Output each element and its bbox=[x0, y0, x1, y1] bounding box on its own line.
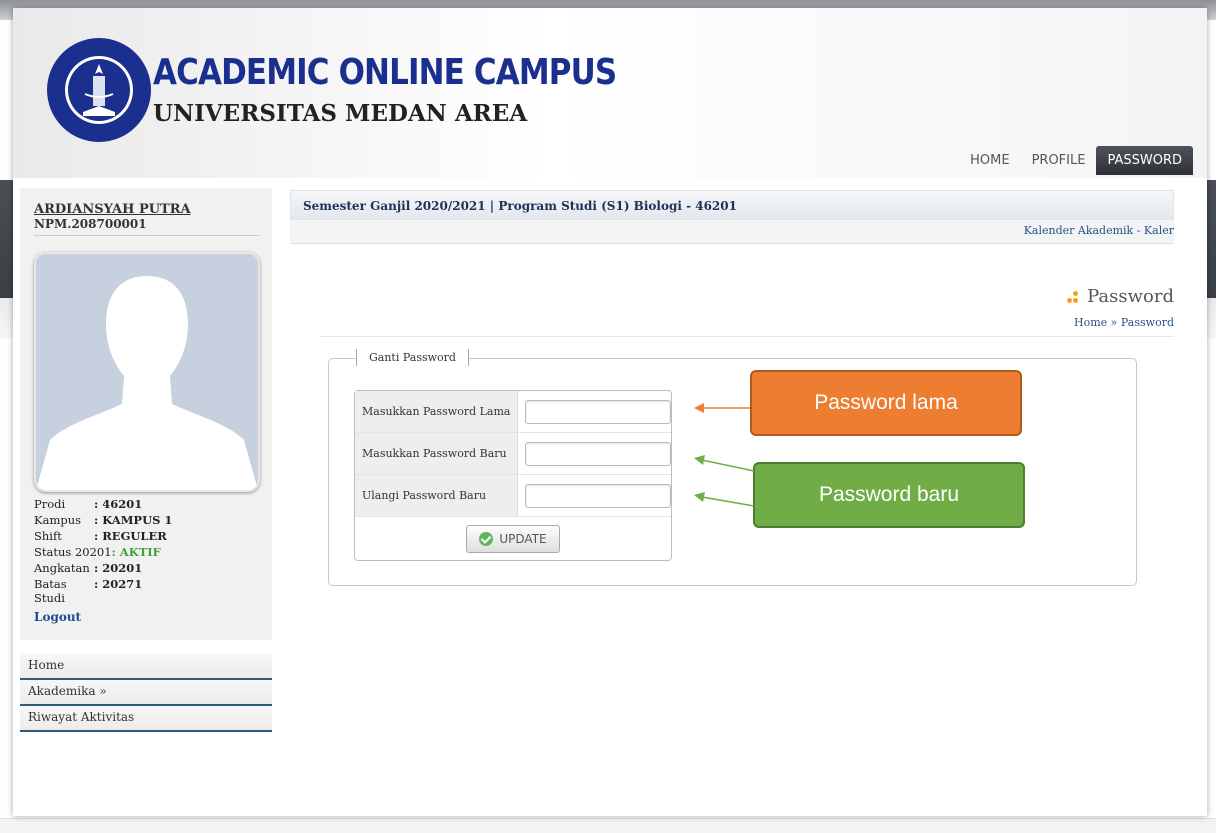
button-row: UPDATE bbox=[355, 517, 671, 561]
info-key: Prodi bbox=[34, 497, 66, 511]
info-row-status: Status 20201: AKTIF bbox=[34, 544, 172, 560]
sidebar: ARDIANSYAH PUTRA NPM.208700001 Prodi : 4… bbox=[20, 188, 272, 732]
form-row-confirm-password: Ulangi Password Baru bbox=[355, 475, 671, 517]
info-key: Batas Studi bbox=[34, 577, 67, 605]
info-key: Shift bbox=[34, 529, 62, 543]
check-icon bbox=[479, 532, 494, 546]
top-navigation: HOME PROFILE PASSWORD bbox=[959, 146, 1193, 175]
nav-profile[interactable]: PROFILE bbox=[1021, 146, 1097, 175]
info-row-shift: Shift : REGULER bbox=[34, 528, 172, 544]
main-content: Semester Ganjil 2020/2021 | Program Stud… bbox=[290, 190, 1174, 586]
page-title-text: Password bbox=[1087, 286, 1174, 307]
side-menu-home[interactable]: Home bbox=[20, 654, 272, 680]
form-cell bbox=[518, 475, 671, 516]
form-row-new-password: Masukkan Password Baru bbox=[355, 433, 671, 475]
info-value: : 20201 bbox=[94, 561, 143, 575]
old-password-label: Masukkan Password Lama bbox=[355, 391, 518, 432]
breadcrumb[interactable]: Home » Password bbox=[1074, 316, 1174, 329]
callout-old-password: Password lama bbox=[750, 370, 1022, 436]
avatar bbox=[34, 252, 260, 492]
brand-subtitle: UNIVERSITAS MEDAN AREA bbox=[153, 100, 528, 127]
info-value: : KAMPUS 1 bbox=[94, 513, 173, 527]
confirm-password-label: Ulangi Password Baru bbox=[355, 475, 518, 516]
nav-home[interactable]: HOME bbox=[959, 146, 1020, 175]
change-password-form: Masukkan Password Lama Masukkan Password… bbox=[354, 390, 672, 561]
info-value: : 20271 bbox=[94, 577, 143, 591]
form-row-old-password: Masukkan Password Lama bbox=[355, 391, 671, 433]
logout-link[interactable]: Logout bbox=[34, 610, 260, 624]
info-key: Kampus bbox=[34, 513, 82, 527]
side-menu: Home Akademika » Riwayat Aktivitas bbox=[20, 654, 272, 732]
form-cell bbox=[518, 391, 671, 432]
confirm-password-input[interactable] bbox=[525, 483, 671, 508]
form-cell bbox=[518, 433, 671, 474]
update-button[interactable]: UPDATE bbox=[466, 525, 560, 553]
nav-password[interactable]: PASSWORD bbox=[1096, 146, 1193, 175]
user-panel: ARDIANSYAH PUTRA NPM.208700001 Prodi : 4… bbox=[20, 188, 272, 640]
user-npm: NPM.208700001 bbox=[34, 217, 260, 236]
university-logo-icon bbox=[47, 38, 151, 142]
info-row-angkatan: Angkatan : 20201 bbox=[34, 560, 172, 576]
brand-title: ACADEMIC ONLINE CAMPUS bbox=[153, 52, 617, 93]
new-password-label: Masukkan Password Baru bbox=[355, 433, 518, 474]
info-row-prodi: Prodi : 46201 bbox=[34, 496, 172, 512]
status-line: Status 20201: AKTIF bbox=[34, 544, 172, 560]
page-title-icon bbox=[1067, 290, 1083, 304]
user-silhouette-icon bbox=[36, 276, 258, 490]
info-row-kampus: Kampus : KAMPUS 1 bbox=[34, 512, 172, 528]
announcement-link[interactable]: Kalender Akademik - Kaler bbox=[1024, 224, 1174, 237]
info-key: Angkatan bbox=[34, 561, 90, 575]
user-name: ARDIANSYAH PUTRA bbox=[34, 202, 191, 217]
bottom-band bbox=[0, 818, 1216, 833]
info-key: Status 20201 bbox=[34, 545, 112, 559]
semester-info: Semester Ganjil 2020/2021 | Program Stud… bbox=[290, 190, 1174, 220]
old-password-input[interactable] bbox=[525, 399, 671, 424]
update-button-label: UPDATE bbox=[499, 532, 547, 546]
divider bbox=[320, 336, 1174, 337]
info-value: : 46201 bbox=[94, 497, 143, 511]
status-badge: : AKTIF bbox=[111, 545, 161, 559]
info-row-batas-studi: Batas Studi : 20271 bbox=[34, 576, 172, 606]
callout-new-password: Password baru bbox=[753, 462, 1025, 528]
side-menu-akademika[interactable]: Akademika » bbox=[20, 680, 272, 706]
side-menu-riwayat-aktivitas[interactable]: Riwayat Aktivitas bbox=[20, 706, 272, 732]
page-title: Password bbox=[1067, 286, 1174, 307]
new-password-input[interactable] bbox=[525, 441, 671, 466]
info-value: : REGULER bbox=[94, 529, 167, 543]
fieldset-legend: Ganti Password bbox=[356, 349, 469, 366]
announcement-ticker: Kalender Akademik - Kaler bbox=[290, 220, 1174, 244]
user-info-table: Prodi : 46201 Kampus : KAMPUS 1 Shift : … bbox=[34, 496, 172, 606]
